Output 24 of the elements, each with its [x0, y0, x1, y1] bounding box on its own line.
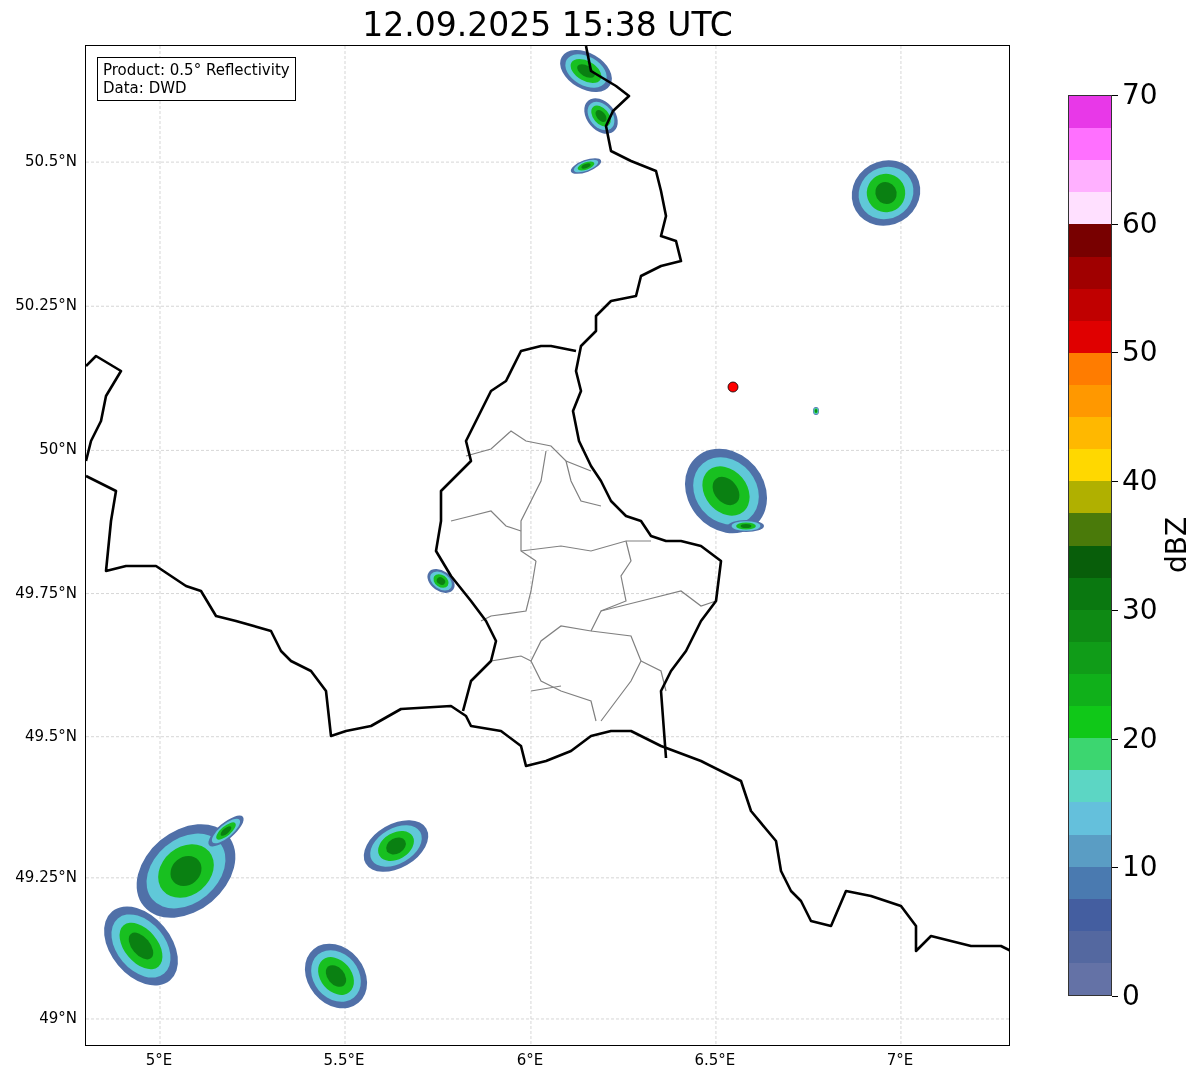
colorbar-tick-label: 10: [1122, 852, 1158, 883]
latitude-label: 49.5°N: [24, 726, 77, 745]
colorbar-tick-label: 30: [1122, 594, 1158, 625]
latitude-label: 50°N: [39, 440, 77, 459]
latitude-label: 49.75°N: [15, 583, 77, 602]
longitude-label: 5°E: [145, 1051, 173, 1069]
colorbar-tick-label: 40: [1122, 466, 1158, 497]
longitude-label: 5.5°E: [323, 1051, 365, 1069]
longitude-label: 6.5°E: [694, 1051, 736, 1069]
latitude-label: 49°N: [39, 1008, 77, 1027]
chart-title: 12.09.2025 15:38 UTC: [362, 5, 733, 45]
colorbar-tick-label: 20: [1122, 723, 1158, 754]
legend-text: Data: DWD: [103, 79, 188, 97]
legend-text: Product: 0.5° Reflectivity: [103, 61, 290, 79]
colorbar-tick-label: 0: [1122, 981, 1140, 1011]
colorbar-tick-label: 50: [1122, 337, 1158, 368]
colorbar-tick-label: 60: [1122, 208, 1158, 239]
latitude-label: 49.25°N: [15, 867, 77, 886]
colorbar-label: dBZ: [1159, 516, 1193, 574]
latitude-label: 50.25°N: [15, 296, 77, 315]
latitude-label: 50.5°N: [24, 152, 77, 171]
longitude-label: 7°E: [886, 1051, 914, 1069]
colorbar-tick-label: 70: [1122, 80, 1158, 110]
longitude-label: 6°E: [516, 1051, 544, 1069]
